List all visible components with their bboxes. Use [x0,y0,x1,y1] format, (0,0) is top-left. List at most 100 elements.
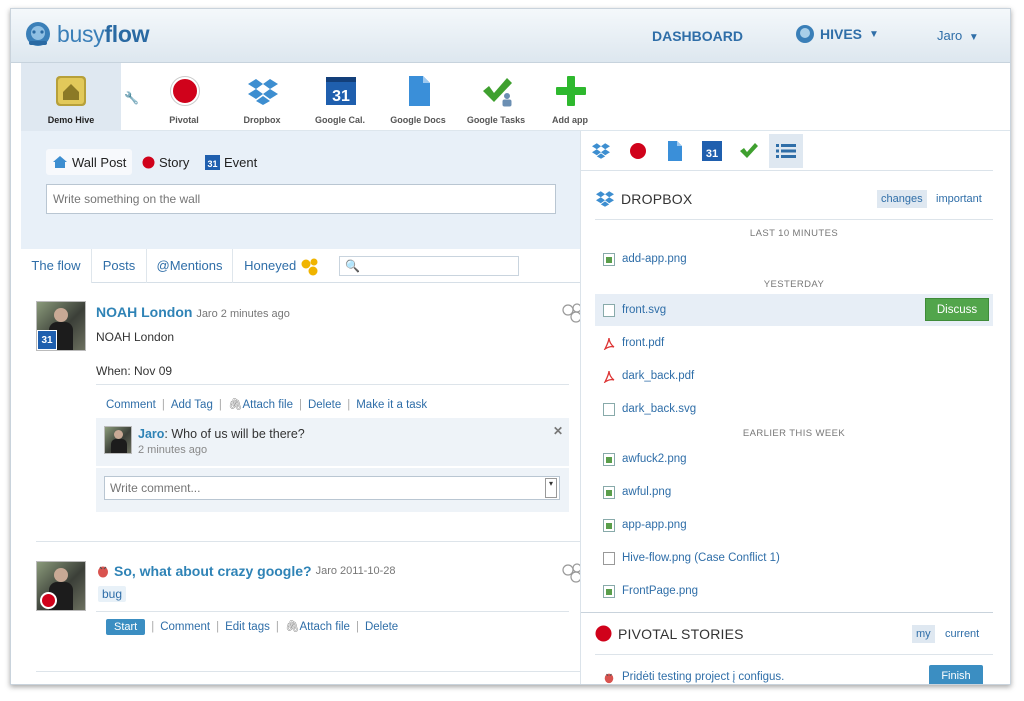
widget-tabs: 31 [581,131,993,171]
tab-wall-post[interactable]: Wall Post [46,149,133,175]
widget-tab-calendar[interactable]: 31 [695,134,729,168]
docs-icon [668,141,682,161]
chevron-down-icon: ▼ [869,28,879,40]
image-file-icon [603,518,615,532]
app-dropbox[interactable]: Dropbox [223,63,301,131]
divider [595,654,993,655]
widget-tab-dropbox[interactable] [584,134,618,168]
comment-link[interactable]: Comment [106,399,156,411]
filter-current[interactable]: current [941,625,983,643]
comment-time: 2 minutes ago [138,444,208,456]
vector-file-icon [603,303,615,317]
comment-form: ▾ [96,468,569,512]
left-column: Wall Post Story 31 Event The flow Posts … [21,131,582,684]
delete-link[interactable]: Delete [308,399,341,411]
tab-the-flow[interactable]: The flow [21,249,92,283]
calendar-day: 31 [706,148,718,160]
app-demo-hive[interactable]: Demo Hive [21,63,121,131]
nav-dashboard[interactable]: DASHBOARD [652,28,743,44]
tab-honeyed[interactable]: Honeyed [233,249,331,283]
image-file-icon [603,252,615,266]
attach-file-link[interactable]: Attach file [242,399,293,411]
comment: Jaro: Who of us will be there? 2 minutes… [96,418,569,466]
user-menu[interactable]: Jaro ▼ [937,28,979,43]
finish-button[interactable]: Finish [929,665,983,684]
tab-posts[interactable]: Posts [92,249,147,283]
file-row[interactable]: Hive-flow.png (Case Conflict 1) [595,542,993,574]
group-header: YESTERDAY [763,279,825,290]
composer: Wall Post Story 31 Event [21,131,580,249]
brand-name: busyflow [57,20,150,47]
delete-link[interactable]: Delete [365,621,398,633]
calendar-day: 31 [332,88,350,105]
tab-mentions[interactable]: @Mentions [147,249,233,283]
filter-important[interactable]: important [932,190,986,208]
app-pivotal[interactable]: Pivotal [145,63,223,131]
app-google-docs[interactable]: Google Docs [379,63,457,131]
app-google-tasks[interactable]: Google Tasks [457,63,535,131]
nav-hives[interactable]: HIVES ▼ [794,23,879,45]
widget-tab-docs[interactable] [658,134,692,168]
comment-author[interactable]: Jaro [138,427,164,441]
widget-tab-list[interactable] [769,134,803,168]
filter-changes[interactable]: changes [877,190,927,208]
post-title[interactable]: NOAH London Jaro 2 minutes ago [96,304,290,320]
tag-badge[interactable]: bug [98,586,127,602]
add-tag-link[interactable]: Add Tag [171,399,213,411]
file-row[interactable]: awfuck2.png [595,443,993,475]
file-row[interactable]: front.pdf [595,327,993,359]
tab-event[interactable]: 31 Event [205,149,257,175]
resize-handle-icon[interactable]: ▾ [545,478,557,498]
flow-post: 31 NOAH London Jaro 2 minutes ago NOAH L… [21,283,582,541]
filter-my[interactable]: my [912,625,935,643]
image-file-icon [603,584,615,598]
file-row[interactable]: dark_back.pdf [595,360,993,392]
brand-logo[interactable]: busyflow [23,19,149,49]
bug-icon [604,673,614,683]
file-row[interactable]: front.svg Discuss [595,294,993,326]
post-meta: Jaro 2 minutes ago [196,308,290,320]
search-icon: 🔍 [345,259,360,273]
post-title[interactable]: So, what about crazy google? Jaro 2011-1… [96,563,395,579]
flow-search-input[interactable]: 🔍 [339,256,519,276]
edit-tags-link[interactable]: Edit tags [225,621,270,633]
app-google-calendar[interactable]: 31 Google Cal. [301,63,379,131]
comment-avatar[interactable] [104,426,132,454]
file-row[interactable]: app-app.png [595,509,993,541]
bee-logo-icon [26,22,50,46]
start-button[interactable]: Start [106,619,146,635]
wrench-icon[interactable]: 🔧 [124,91,139,105]
post-actions: Comment | Add Tag | 🖇Attach file | Delete | Make… [106,399,428,411]
comment-link[interactable]: Comment [160,621,210,633]
divider [96,611,569,612]
file-row[interactable]: dark_back.svg [595,393,993,425]
widget-tab-tasks[interactable] [732,134,766,168]
avatar[interactable]: 31 [36,301,86,351]
file-row[interactable]: FrontPage.png [595,575,993,607]
avatar[interactable] [36,561,86,611]
image-file-icon [603,485,615,499]
attach-file-link[interactable]: Attach file [299,621,350,633]
flow-post: So, what about crazy google? Jaro 2011-1… [21,541,582,684]
file-row[interactable]: awful.png [595,476,993,508]
plus-icon [556,76,586,106]
pivotal-panel-title: PIVOTAL STORIES [595,625,744,642]
app-bar: Demo Hive 🔧 Pivotal Dropbox 31 Google Ca… [21,63,1010,131]
discuss-button[interactable]: Discuss [925,298,989,321]
post-body: NOAH London [96,330,175,344]
hives-icon [796,25,814,43]
tab-story[interactable]: Story [142,149,189,175]
comment-input[interactable] [104,476,560,500]
bug-icon [98,566,108,578]
dropbox-icon [596,191,614,207]
top-bar: busyflow DASHBOARD HIVES ▼ Jaro ▼ [11,9,1010,63]
file-row[interactable]: add-app.png [595,243,993,275]
calendar-day: 31 [207,159,217,169]
make-task-link[interactable]: Make it a task [356,399,427,411]
app-add[interactable]: Add app [535,63,605,131]
close-icon[interactable]: ✕ [553,424,563,438]
wall-post-input[interactable] [46,184,556,214]
divider [595,219,993,220]
dropbox-icon [248,79,278,105]
widget-tab-pivotal[interactable] [621,134,655,168]
